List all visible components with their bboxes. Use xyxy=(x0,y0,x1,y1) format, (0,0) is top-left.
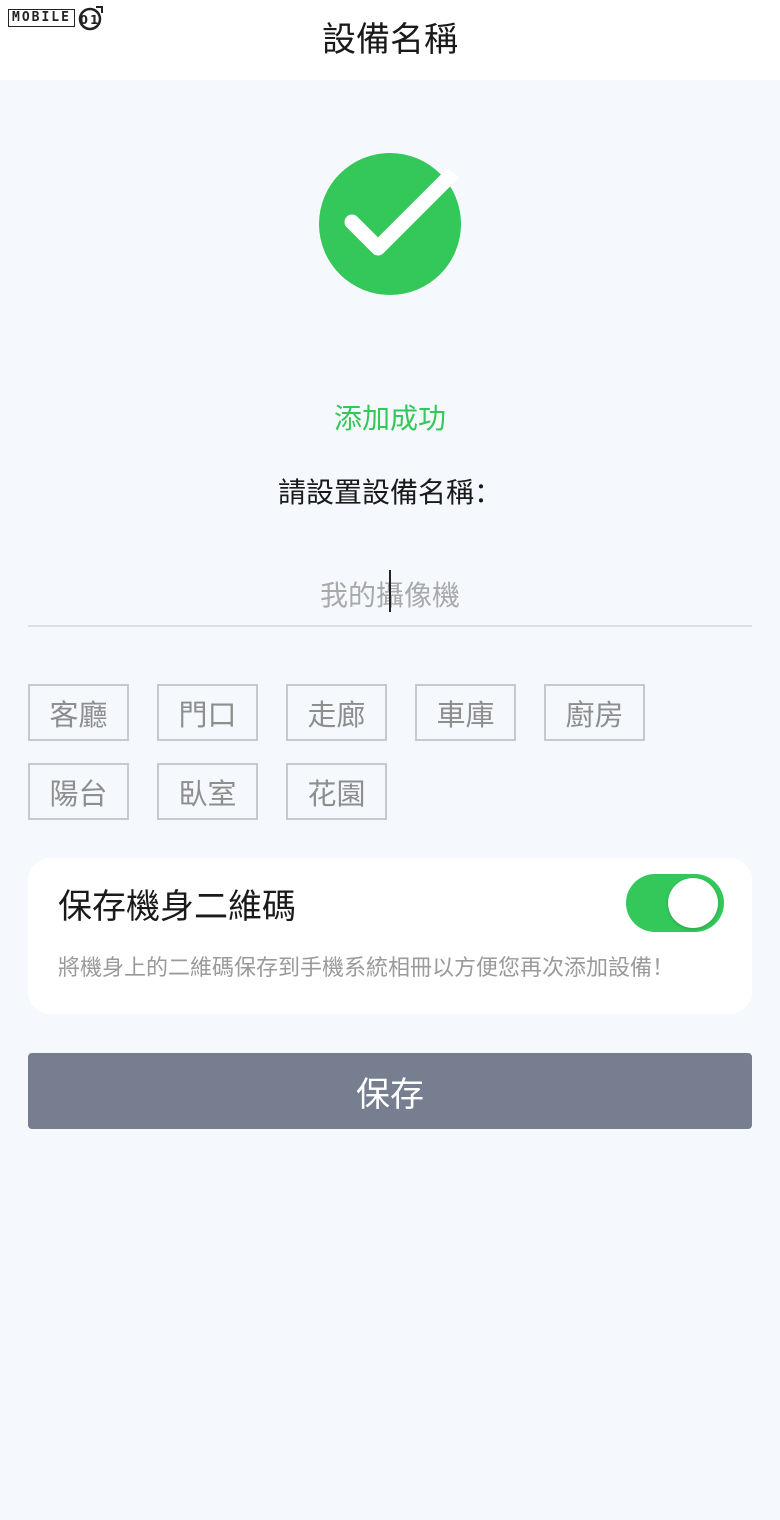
tag-doorway[interactable]: 門口 xyxy=(157,684,258,741)
top-header: MOBILE 01 設備名稱 xyxy=(0,0,780,80)
tag-balcony[interactable]: 陽台 xyxy=(28,763,129,820)
success-message: 添加成功 xyxy=(333,402,446,435)
text-cursor xyxy=(389,570,391,612)
tag-corridor[interactable]: 走廊 xyxy=(286,684,387,741)
save-qr-card: 保存機身二維碼 將機身上的二維碼保存到手機系統相冊以方便您再次添加設備！ xyxy=(28,858,752,1014)
save-qr-title: 保存機身二維碼 xyxy=(58,887,296,927)
save-button[interactable]: 保存 xyxy=(28,1053,752,1129)
input-underline xyxy=(28,625,752,627)
save-qr-description: 將機身上的二維碼保存到手機系統相冊以方便您再次添加設備！ xyxy=(58,956,675,981)
toggle-knob xyxy=(668,878,718,928)
check-circle-icon xyxy=(319,150,464,295)
tag-living-room[interactable]: 客廳 xyxy=(28,684,129,741)
tag-kitchen[interactable]: 廚房 xyxy=(544,684,645,741)
page-title: 設備名稱 xyxy=(322,20,458,60)
name-prompt: 請設置設備名稱： xyxy=(277,476,502,509)
tag-garage[interactable]: 車庫 xyxy=(415,684,516,741)
tag-garden[interactable]: 花園 xyxy=(286,763,387,820)
tag-bedroom[interactable]: 臥室 xyxy=(157,763,258,820)
save-qr-toggle[interactable] xyxy=(626,874,724,932)
